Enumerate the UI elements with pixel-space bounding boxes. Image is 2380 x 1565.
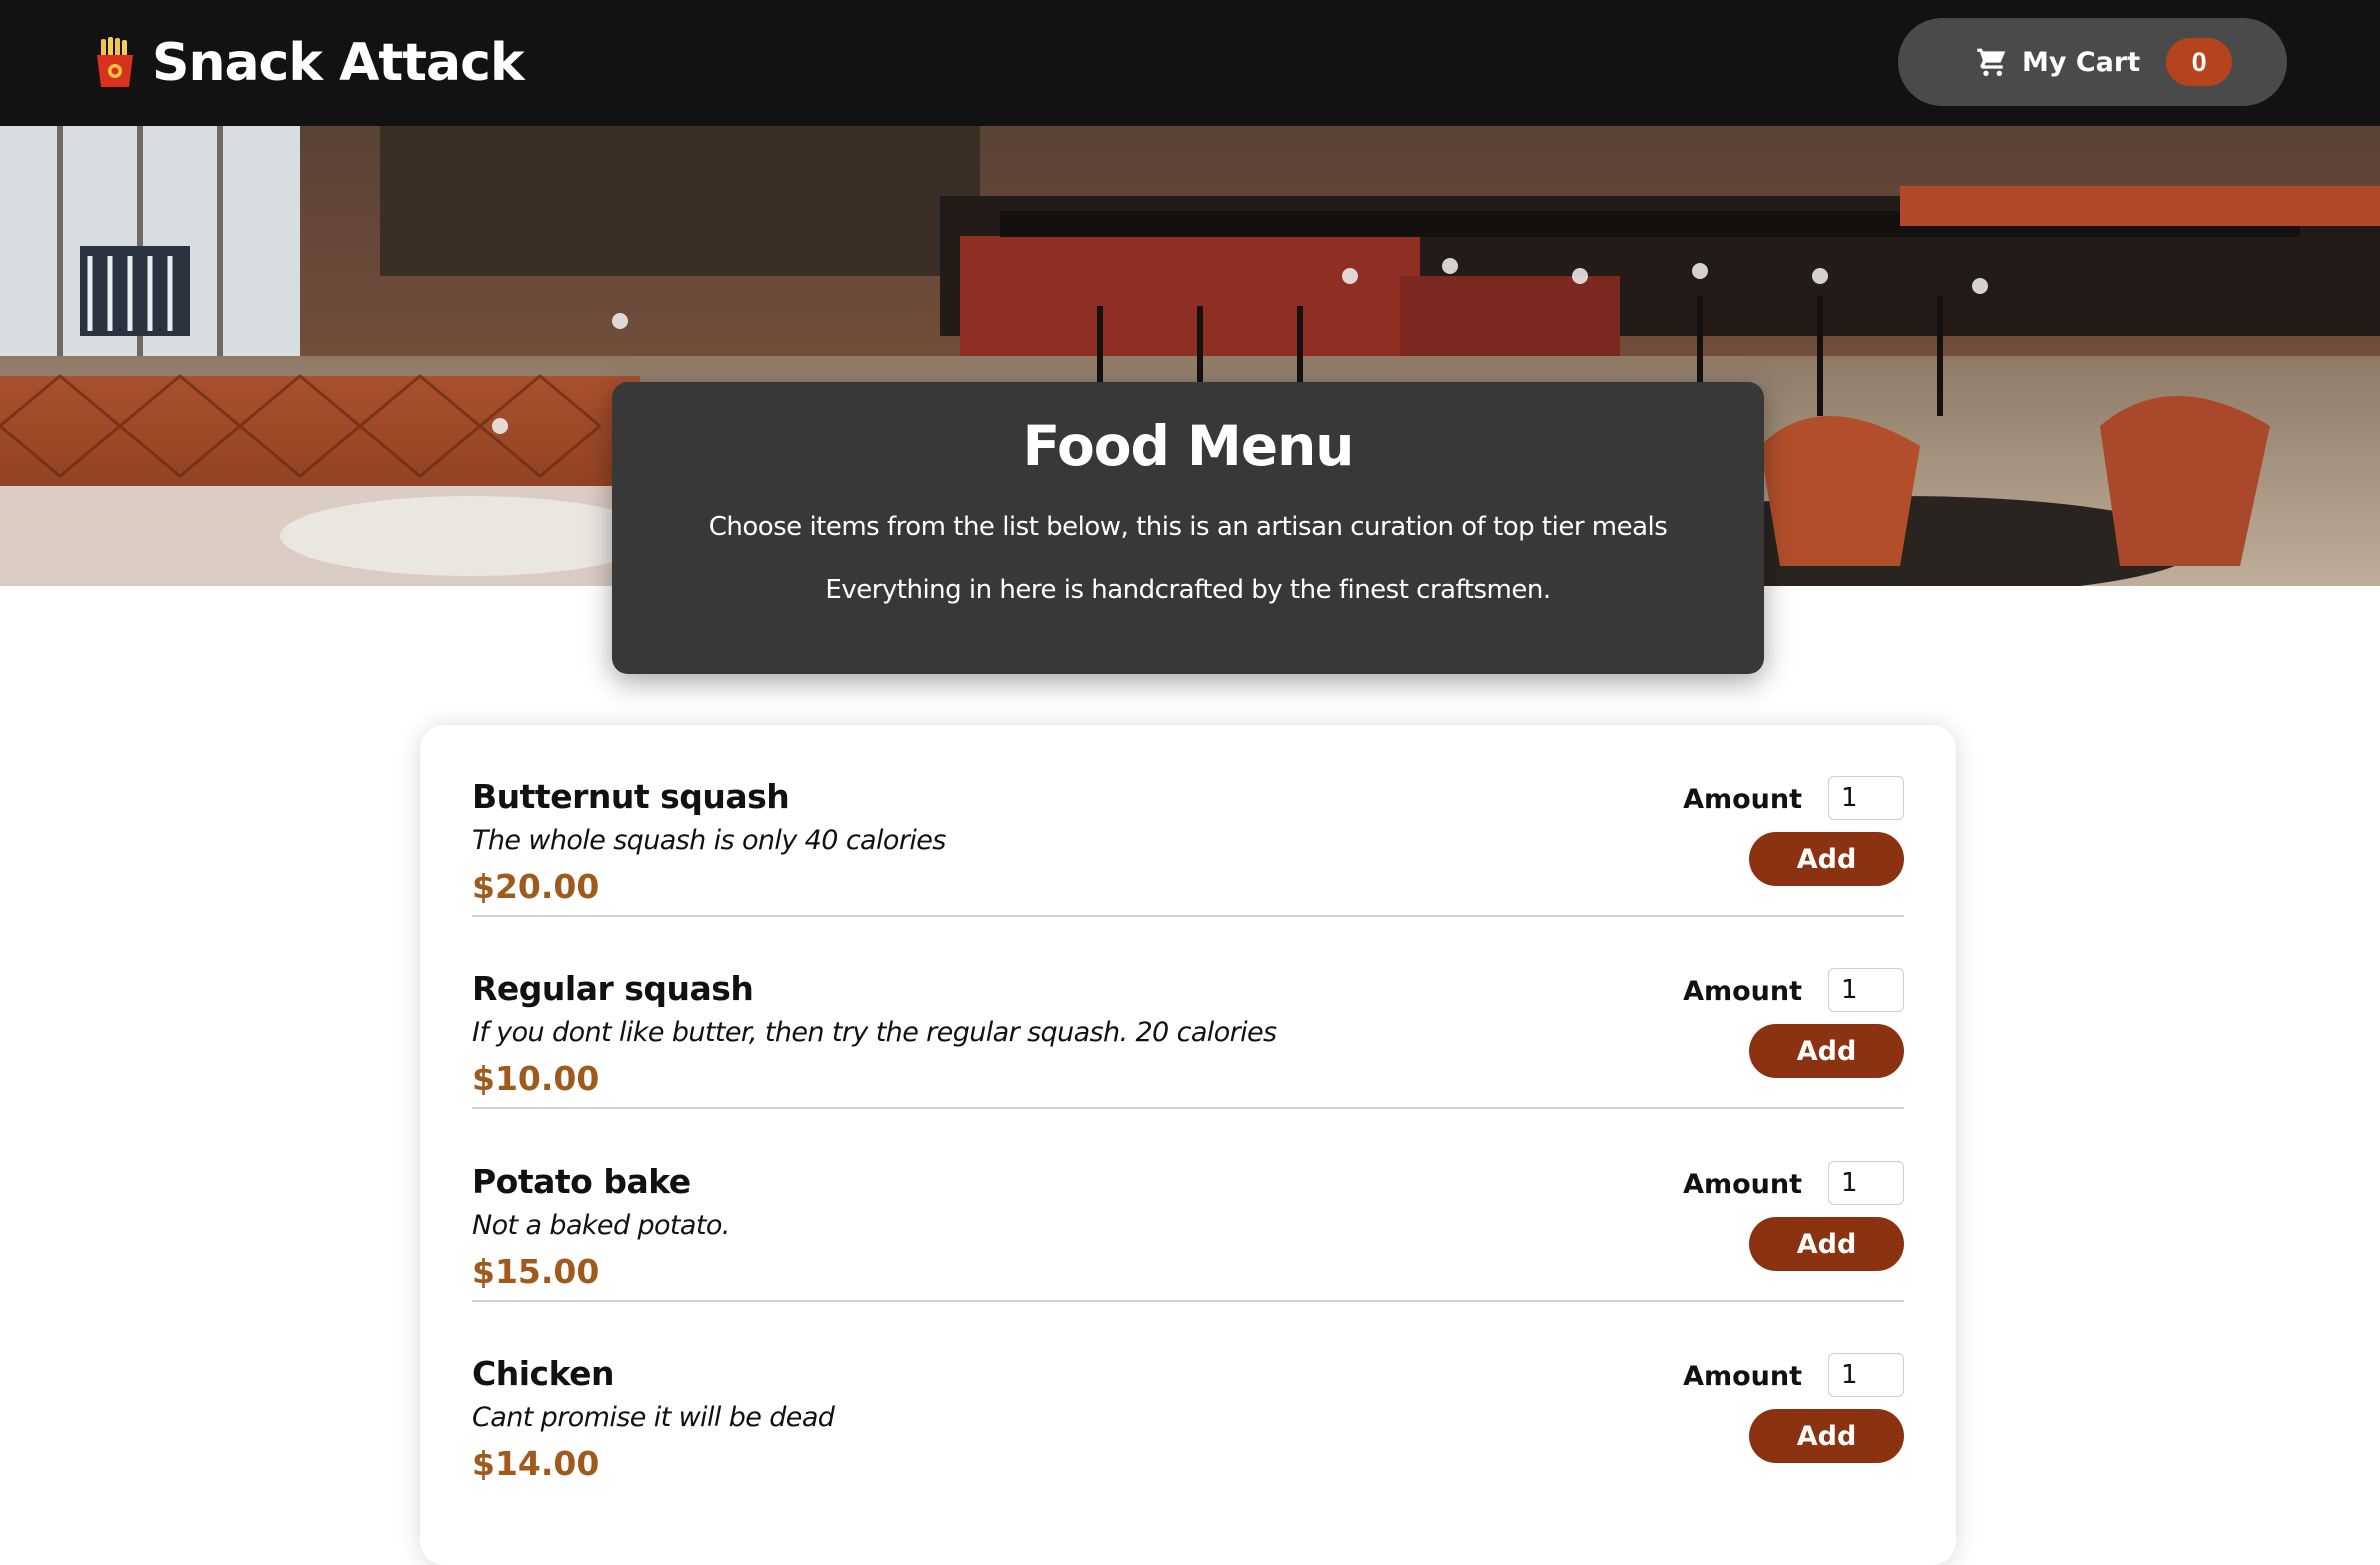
logo[interactable]: Snack Attack bbox=[92, 30, 525, 96]
add-button[interactable]: Add bbox=[1749, 1217, 1904, 1271]
meal-description: Cant promise it will be dead bbox=[472, 1402, 835, 1433]
menu-description-2: Everything in here is handcrafted by the… bbox=[825, 575, 1551, 605]
food-menu-banner: Food Menu Choose items from the list bel… bbox=[612, 382, 1764, 674]
cart-count-badge: 0 bbox=[2166, 38, 2233, 86]
meal-name: Butternut squash bbox=[472, 777, 790, 816]
meal-item: Chicken Cant promise it will be dead $14… bbox=[472, 1302, 1904, 1494]
fries-icon bbox=[97, 37, 133, 87]
amount-input[interactable] bbox=[1828, 776, 1904, 820]
amount-label: Amount bbox=[1683, 976, 1802, 1007]
amount-label: Amount bbox=[1683, 784, 1802, 815]
meal-description: If you dont like butter, then try the re… bbox=[472, 1017, 1277, 1048]
amount-input[interactable] bbox=[1828, 1353, 1904, 1397]
add-button[interactable]: Add bbox=[1749, 1024, 1904, 1078]
amount-input[interactable] bbox=[1828, 1161, 1904, 1205]
meal-item: Potato bake Not a baked potato. $15.00 A… bbox=[472, 1110, 1904, 1302]
meal-name: Chicken bbox=[472, 1354, 615, 1393]
meal-price: $20.00 bbox=[472, 867, 600, 906]
amount-label: Amount bbox=[1683, 1361, 1802, 1392]
meal-item: Regular squash If you dont like butter, … bbox=[472, 917, 1904, 1109]
site-header: Snack Attack My Cart 0 bbox=[0, 0, 2380, 126]
add-button[interactable]: Add bbox=[1749, 1409, 1904, 1463]
amount-input[interactable] bbox=[1828, 968, 1904, 1012]
meal-description: The whole squash is only 40 calories bbox=[472, 825, 946, 856]
meal-item: Butternut squash The whole squash is onl… bbox=[472, 725, 1904, 917]
meal-description: Not a baked potato. bbox=[472, 1210, 730, 1241]
meal-price: $14.00 bbox=[472, 1444, 600, 1483]
cart-label: My Cart bbox=[2022, 46, 2141, 78]
meal-name: Potato bake bbox=[472, 1162, 691, 1201]
site-title: Snack Attack bbox=[152, 33, 525, 93]
amount-label: Amount bbox=[1683, 1169, 1802, 1200]
menu-description-1: Choose items from the list below, this i… bbox=[708, 512, 1668, 542]
add-button[interactable]: Add bbox=[1749, 832, 1904, 886]
meal-price: $10.00 bbox=[472, 1059, 600, 1098]
my-cart-button[interactable]: My Cart 0 bbox=[1898, 18, 2287, 106]
shopping-cart-icon bbox=[1977, 48, 2006, 76]
meal-name: Regular squash bbox=[472, 969, 754, 1008]
meal-list: Butternut squash The whole squash is onl… bbox=[420, 725, 1956, 1565]
meal-price: $15.00 bbox=[472, 1252, 600, 1291]
page-title: Food Menu bbox=[1022, 414, 1355, 478]
